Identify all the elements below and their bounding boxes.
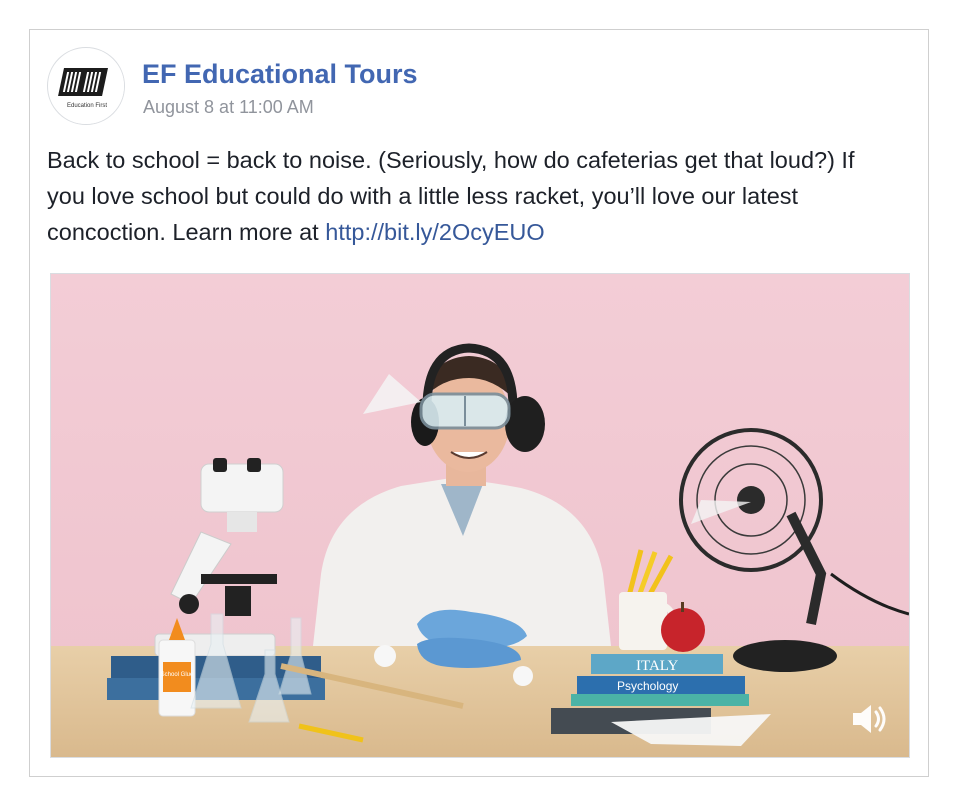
speaker-volume-icon (853, 705, 886, 733)
glue-label: School Glue (161, 672, 194, 678)
post-timestamp[interactable]: August 8 at 11:00 AM (143, 97, 314, 118)
avatar-tagline: Education First (67, 103, 107, 109)
post-card: Education First EF Educational Tours Aug… (29, 29, 929, 777)
post-video[interactable]: School Glue ITALY Psychology (50, 273, 910, 758)
volume-button[interactable] (847, 699, 891, 739)
book-title-italy: ITALY (636, 658, 678, 674)
post-message: Back to school = back to noise. (Serious… (47, 142, 887, 250)
page-avatar[interactable]: Education First (47, 47, 125, 125)
video-frame-illustration: School Glue ITALY Psychology (51, 274, 909, 757)
post-link[interactable]: http://bit.ly/2OcyEUO (325, 219, 544, 245)
page-name-link[interactable]: EF Educational Tours (142, 59, 418, 90)
book-title-psychology: Psychology (617, 679, 678, 693)
crumpled-paper (374, 645, 396, 667)
ef-logo-icon: Education First (49, 49, 124, 124)
